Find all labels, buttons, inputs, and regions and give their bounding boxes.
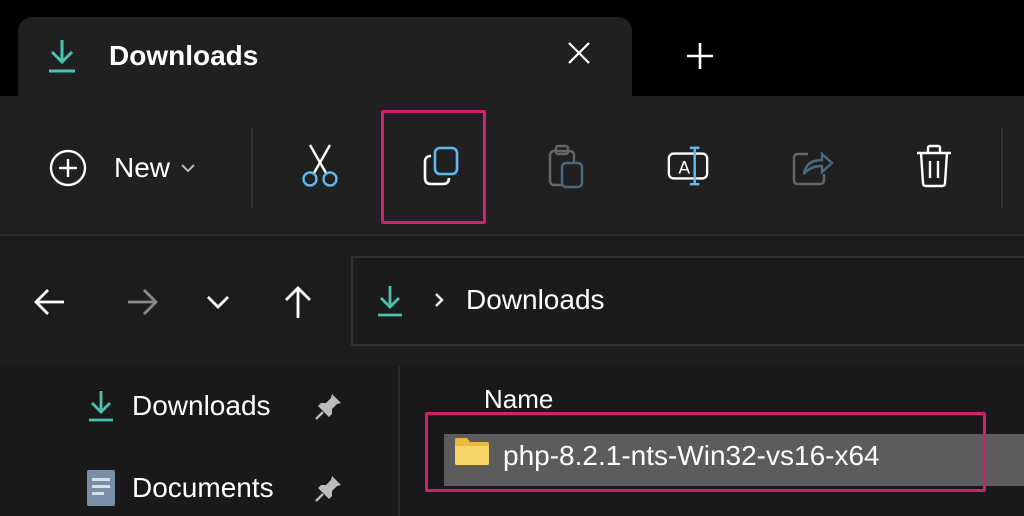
sidebar-item-downloads[interactable]: Downloads: [86, 386, 271, 426]
paste-button[interactable]: [544, 142, 588, 190]
new-button[interactable]: New: [48, 148, 196, 188]
tab-title: Downloads: [109, 40, 259, 71]
trash-icon: [917, 144, 951, 188]
chevron-down-icon: [181, 164, 195, 173]
pin-icon[interactable]: [314, 473, 344, 503]
rename-icon: A: [667, 146, 709, 186]
chevron-right-icon[interactable]: [433, 290, 445, 310]
new-button-label: New: [114, 152, 171, 183]
breadcrumb[interactable]: Downloads: [466, 282, 605, 318]
pin-icon[interactable]: [314, 391, 344, 421]
scissors-icon: [302, 144, 338, 187]
add-circle-icon: [49, 149, 87, 187]
cut-button[interactable]: [298, 142, 342, 190]
share-icon: [792, 151, 834, 186]
command-bar: New A: [0, 96, 1024, 236]
recent-locations-chevron-icon[interactable]: [200, 284, 236, 320]
tab-strip: Downloads: [0, 0, 1024, 96]
sidebar-item-documents[interactable]: Documents: [86, 468, 274, 508]
document-icon: [87, 470, 115, 506]
download-icon: [89, 391, 113, 422]
delete-button[interactable]: [912, 142, 956, 190]
column-header-name[interactable]: Name: [484, 384, 553, 415]
back-arrow-icon[interactable]: [32, 284, 68, 320]
folder-highlight-box: [425, 412, 986, 492]
pane-divider[interactable]: [398, 366, 400, 516]
toolbar-separator: [1001, 128, 1003, 208]
up-arrow-icon[interactable]: [280, 284, 316, 320]
sidebar-item-label: Downloads: [132, 390, 271, 421]
toolbar-separator: [251, 128, 253, 208]
close-icon[interactable]: [564, 38, 594, 68]
copy-highlight-box: [381, 110, 486, 224]
download-icon: [49, 40, 75, 73]
navigation-pane: Downloads Documents: [0, 366, 400, 516]
plus-icon[interactable]: [682, 38, 718, 74]
svg-text:A: A: [678, 159, 690, 179]
share-button[interactable]: [790, 142, 834, 190]
download-icon: [378, 286, 402, 317]
rename-button[interactable]: A: [666, 142, 710, 190]
address-row: Downloads: [0, 236, 1024, 366]
paste-icon: [548, 144, 584, 189]
address-bar[interactable]: Downloads: [351, 256, 1024, 346]
forward-arrow-icon[interactable]: [124, 284, 160, 320]
sidebar-item-label: Documents: [132, 472, 274, 503]
